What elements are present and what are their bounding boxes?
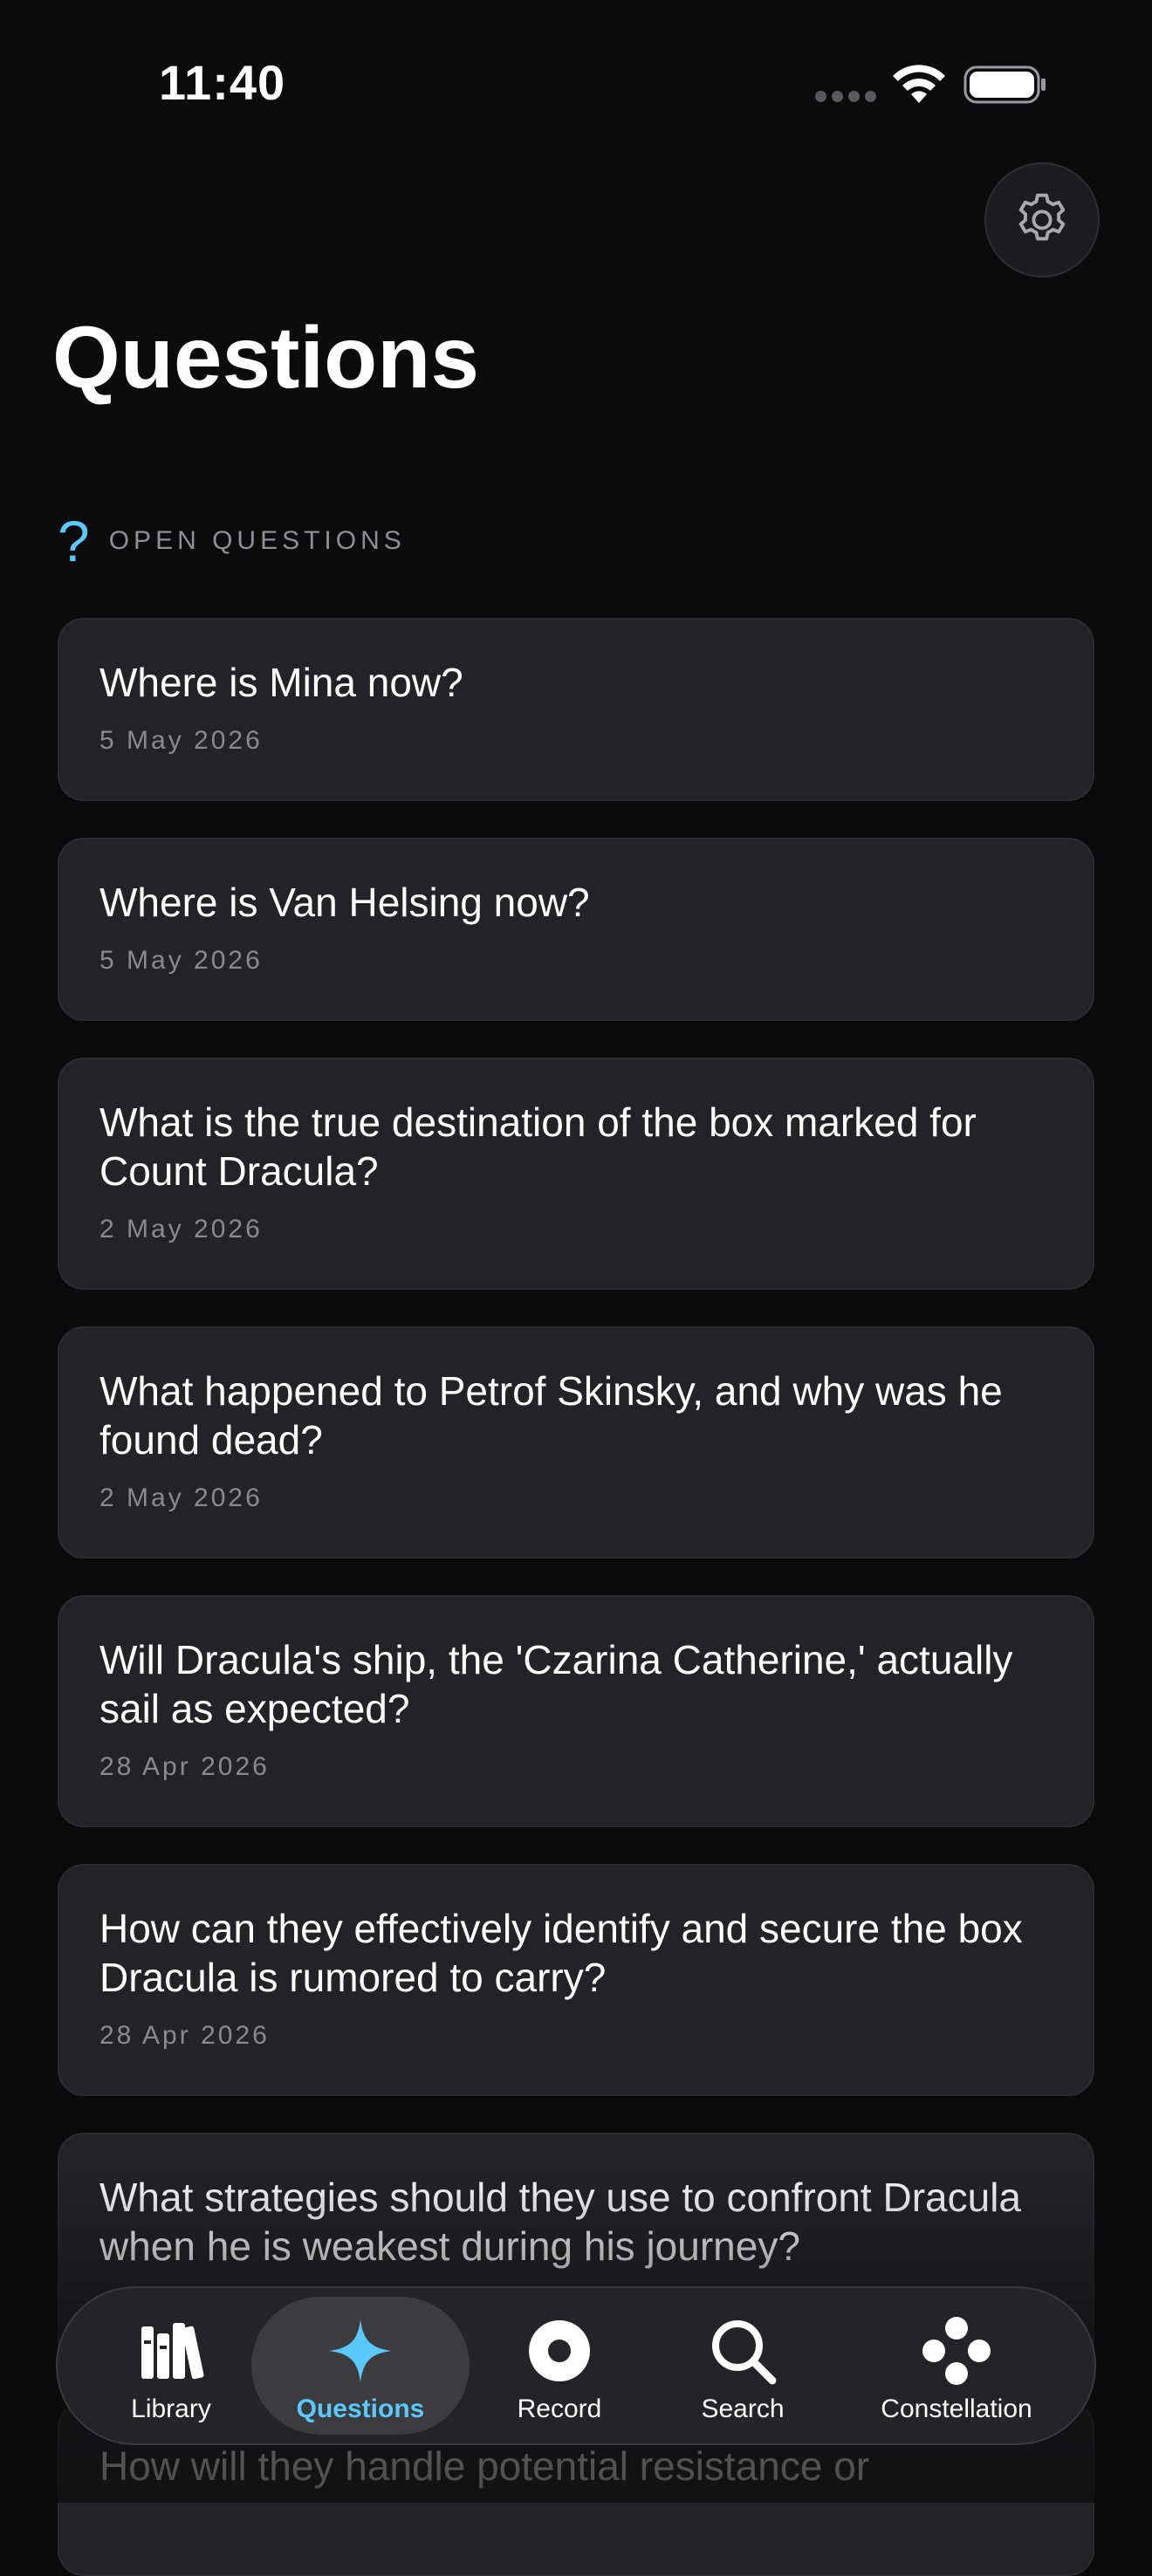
question-date: 5 May 2026 <box>99 726 263 755</box>
status-time: 11:40 <box>159 55 286 110</box>
section-header: ? OPEN QUESTIONS <box>58 510 406 572</box>
question-card[interactable]: Where is Mina now? 5 May 2026 <box>58 618 1094 801</box>
section-label: OPEN QUESTIONS <box>108 526 406 555</box>
question-card[interactable]: What is the true destination of the box … <box>58 1058 1094 1290</box>
tab-label: Library <box>131 2394 211 2423</box>
question-date: 2 May 2026 <box>99 1483 263 1512</box>
question-text: Where is Van Helsing now? <box>99 880 590 925</box>
battery-icon <box>963 65 1046 104</box>
tab-constellation[interactable]: Constellation <box>843 2288 1070 2443</box>
question-date: 28 Apr 2026 <box>99 1752 270 1781</box>
record-icon <box>523 2314 596 2388</box>
wifi-icon <box>893 65 945 103</box>
tab-label: Record <box>517 2394 602 2423</box>
question-text: Will Dracula's ship, the 'Czarina Cather… <box>99 1637 1013 1731</box>
question-text: Where is Mina now? <box>99 660 463 705</box>
page-title: Questions <box>52 309 479 407</box>
question-text: What is the true destination of the box … <box>99 1100 977 1194</box>
question-text: What happened to Petrof Skinsky, and why… <box>99 1368 1003 1463</box>
constellation-icon <box>920 2314 993 2388</box>
question-card[interactable]: Where is Van Helsing now? 5 May 2026 <box>58 838 1094 1021</box>
cellular-signal-icon <box>815 91 876 102</box>
question-card[interactable]: What happened to Petrof Skinsky, and why… <box>58 1326 1094 1559</box>
sparkle-icon <box>324 2314 397 2388</box>
question-text: How will they handle potential resistanc… <box>99 2443 870 2489</box>
settings-button[interactable] <box>984 162 1100 277</box>
question-date: 28 Apr 2026 <box>99 2021 270 2050</box>
question-mark-icon: ? <box>58 509 90 573</box>
question-card[interactable]: How can they effectively identify and se… <box>58 1864 1094 2096</box>
tab-label: Questions <box>296 2394 425 2423</box>
search-icon <box>706 2314 779 2388</box>
tab-library[interactable]: Library <box>93 2288 250 2443</box>
tab-label: Search <box>701 2394 785 2423</box>
tab-record[interactable]: Record <box>477 2288 642 2443</box>
gear-icon <box>1018 193 1066 241</box>
question-text: How can they effectively identify and se… <box>99 1906 1023 2000</box>
tab-questions[interactable]: Questions <box>251 2288 470 2443</box>
status-bar: 11:40 <box>0 0 1152 166</box>
question-card[interactable]: Will Dracula's ship, the 'Czarina Cather… <box>58 1595 1094 1827</box>
tab-bar: Library Questions Record Search Constell… <box>56 2286 1096 2445</box>
tab-label: Constellation <box>881 2394 1032 2423</box>
question-date: 5 May 2026 <box>99 946 263 975</box>
books-icon <box>134 2314 208 2388</box>
tab-search[interactable]: Search <box>660 2288 826 2443</box>
question-date: 2 May 2026 <box>99 1215 263 1243</box>
question-text: What strategies should they use to confr… <box>99 2175 1022 2269</box>
